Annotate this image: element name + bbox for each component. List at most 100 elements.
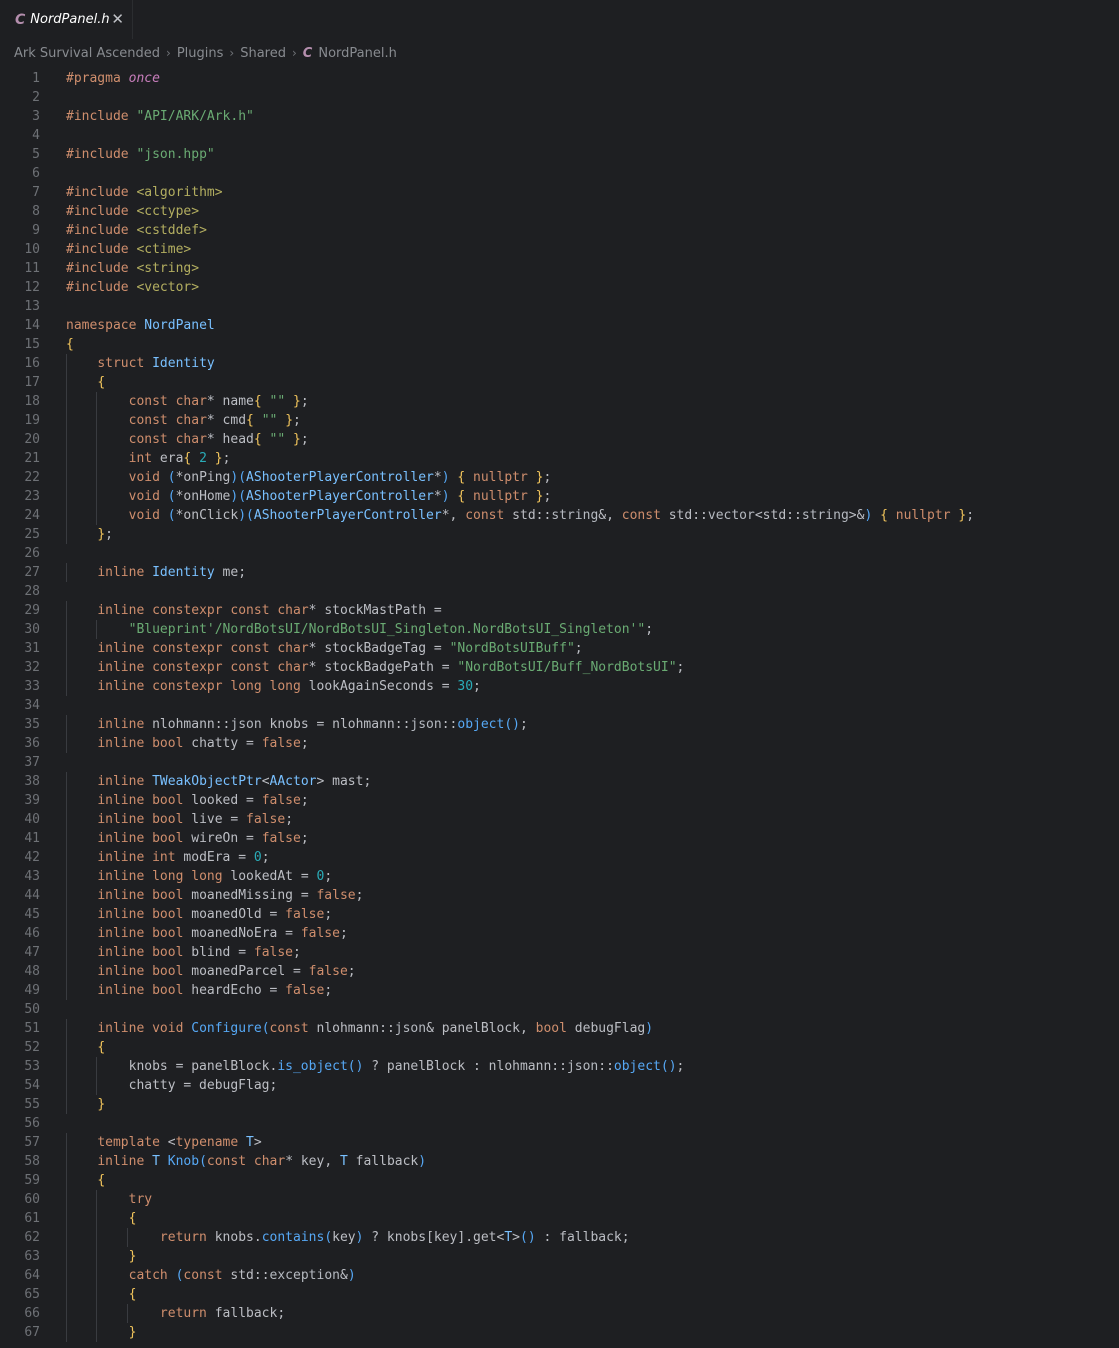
code-text: { (97, 1173, 106, 1188)
code-line[interactable]: 50 (0, 1000, 1119, 1019)
code-line[interactable]: 1 #pragma once (0, 69, 1119, 88)
code-line[interactable]: 34 (0, 696, 1119, 715)
code-line[interactable]: 36 inline bool chatty = false; (0, 734, 1119, 753)
code-text: "Blueprint'/NordBotsUI/NordBotsUI_Single… (128, 622, 654, 637)
line-number: 32 (24, 660, 40, 675)
code-line[interactable]: 8 #include <cctype> (0, 202, 1119, 221)
code-line[interactable]: 11 #include <string> (0, 259, 1119, 278)
code-line[interactable]: 51 inline void Configure(const nlohmann:… (0, 1019, 1119, 1038)
code-line[interactable]: 31 inline constexpr const char* stockBad… (0, 639, 1119, 658)
code-line[interactable]: 53 knobs = panelBlock.is_object() ? pane… (0, 1057, 1119, 1076)
code-line[interactable]: 57 template <typename T> (0, 1133, 1119, 1152)
line-number: 46 (24, 926, 40, 941)
tab-label: NordPanel.h (30, 12, 110, 27)
line-number: 1 (32, 71, 40, 86)
code-line[interactable]: 24 void (*onClick)(AShooterPlayerControl… (0, 506, 1119, 525)
code-line[interactable]: 19 const char* cmd{ "" }; (0, 411, 1119, 430)
code-line[interactable]: 38 inline TWeakObjectPtr<AActor> mast; (0, 772, 1119, 791)
line-number: 49 (24, 983, 40, 998)
breadcrumb: Ark Survival Ascended › Plugins › Shared… (0, 39, 1119, 67)
code-line[interactable]: 52 { (0, 1038, 1119, 1057)
code-text: inline bool chatty = false; (97, 736, 309, 751)
code-line[interactable]: 48 inline bool moanedParcel = false; (0, 962, 1119, 981)
line-number: 64 (24, 1268, 40, 1283)
line-number: 54 (24, 1078, 40, 1093)
code-text: inline bool wireOn = false; (97, 831, 309, 846)
code-line[interactable]: 4 (0, 126, 1119, 145)
code-line[interactable]: 20 const char* head{ "" }; (0, 430, 1119, 449)
code-line[interactable]: 6 (0, 164, 1119, 183)
code-line[interactable]: 64 catch (const std::exception&) (0, 1266, 1119, 1285)
code-line[interactable]: 10 #include <ctime> (0, 240, 1119, 259)
code-line[interactable]: 15 { (0, 335, 1119, 354)
code-line[interactable]: 14 namespace NordPanel (0, 316, 1119, 335)
breadcrumb-item[interactable]: Shared (240, 46, 286, 61)
code-line[interactable]: 43 inline long long lookedAt = 0; (0, 867, 1119, 886)
code-line[interactable]: 58 inline T Knob(const char* key, T fall… (0, 1152, 1119, 1171)
code-line[interactable]: 33 inline constexpr long long lookAgainS… (0, 677, 1119, 696)
code-line[interactable]: 32 inline constexpr const char* stockBad… (0, 658, 1119, 677)
code-line[interactable]: 46 inline bool moanedNoEra = false; (0, 924, 1119, 943)
breadcrumb-item[interactable]: Plugins (177, 46, 224, 61)
code-line[interactable]: 9 #include <cstddef> (0, 221, 1119, 240)
code-line[interactable]: 18 const char* name{ "" }; (0, 392, 1119, 411)
code-line[interactable]: 37 (0, 753, 1119, 772)
line-number: 18 (24, 394, 40, 409)
breadcrumb-file[interactable]: NordPanel.h (318, 46, 397, 61)
code-line[interactable]: 17 { (0, 373, 1119, 392)
code-line[interactable]: 3 #include "API/ARK/Ark.h" (0, 107, 1119, 126)
code-line[interactable]: 44 inline bool moanedMissing = false; (0, 886, 1119, 905)
code-text: #include <cctype> (66, 204, 200, 219)
code-line[interactable]: 49 inline bool heardEcho = false; (0, 981, 1119, 1000)
code-line[interactable]: 2 (0, 88, 1119, 107)
code-editor[interactable]: 1 #pragma once 2 3 #include "API/ARK/Ark.h" 4… (0, 67, 1119, 1348)
code-line[interactable]: 41 inline bool wireOn = false; (0, 829, 1119, 848)
code-line[interactable]: 12 #include <vector> (0, 278, 1119, 297)
code-line[interactable]: 22 void (*onPing)(AShooterPlayerControll… (0, 468, 1119, 487)
code-line[interactable]: 23 void (*onHome)(AShooterPlayerControll… (0, 487, 1119, 506)
code-line[interactable]: 40 inline bool live = false; (0, 810, 1119, 829)
code-line[interactable]: 29 inline constexpr const char* stockMas… (0, 601, 1119, 620)
code-text: inline void Configure(const nlohmann::js… (97, 1021, 654, 1036)
code-line[interactable]: 47 inline bool blind = false; (0, 943, 1119, 962)
code-text: #include <vector> (66, 280, 200, 295)
code-line[interactable]: 7 #include <algorithm> (0, 183, 1119, 202)
code-line[interactable]: 55 } (0, 1095, 1119, 1114)
code-line[interactable]: 59 { (0, 1171, 1119, 1190)
code-line[interactable]: 26 (0, 544, 1119, 563)
code-line[interactable]: 61 { (0, 1209, 1119, 1228)
breadcrumb-item[interactable]: Ark Survival Ascended (14, 46, 160, 61)
code-line[interactable]: 62 return knobs.contains(key) ? knobs[ke… (0, 1228, 1119, 1247)
code-text: void (*onPing)(AShooterPlayerController*… (128, 470, 552, 485)
line-number: 40 (24, 812, 40, 827)
code-line[interactable]: 42 inline int modEra = 0; (0, 848, 1119, 867)
code-line[interactable]: 13 (0, 297, 1119, 316)
code-line[interactable]: 35 inline nlohmann::json knobs = nlohman… (0, 715, 1119, 734)
code-line[interactable]: 39 inline bool looked = false; (0, 791, 1119, 810)
code-line[interactable]: 56 (0, 1114, 1119, 1133)
code-text: #include <cstddef> (66, 223, 207, 238)
code-line[interactable]: 60 try (0, 1190, 1119, 1209)
code-line[interactable]: 28 (0, 582, 1119, 601)
code-line[interactable]: 27 inline Identity me; (0, 563, 1119, 582)
code-line[interactable]: 65 { (0, 1285, 1119, 1304)
code-text: { (97, 1040, 106, 1055)
code-line[interactable]: 30 "Blueprint'/NordBotsUI/NordBotsUI_Sin… (0, 620, 1119, 639)
tab-nordpanel-h[interactable]: C NordPanel.h ✕ (0, 0, 133, 39)
line-number: 6 (32, 166, 40, 181)
code-line[interactable]: 54 chatty = debugFlag; (0, 1076, 1119, 1095)
line-number: 27 (24, 565, 40, 580)
close-icon[interactable]: ✕ (111, 10, 124, 28)
code-text: #include <algorithm> (66, 185, 223, 200)
line-number: 42 (24, 850, 40, 865)
code-line[interactable]: 45 inline bool moanedOld = false; (0, 905, 1119, 924)
code-line[interactable]: 66 return fallback; (0, 1304, 1119, 1323)
code-line[interactable]: 16 struct Identity (0, 354, 1119, 373)
line-number: 11 (24, 261, 40, 276)
code-line[interactable]: 25 }; (0, 525, 1119, 544)
code-text: inline long long lookedAt = 0; (97, 869, 333, 884)
code-line[interactable]: 5 #include "json.hpp" (0, 145, 1119, 164)
code-line[interactable]: 63 } (0, 1247, 1119, 1266)
code-line[interactable]: 21 int era{ 2 }; (0, 449, 1119, 468)
code-line[interactable]: 67 } (0, 1323, 1119, 1342)
